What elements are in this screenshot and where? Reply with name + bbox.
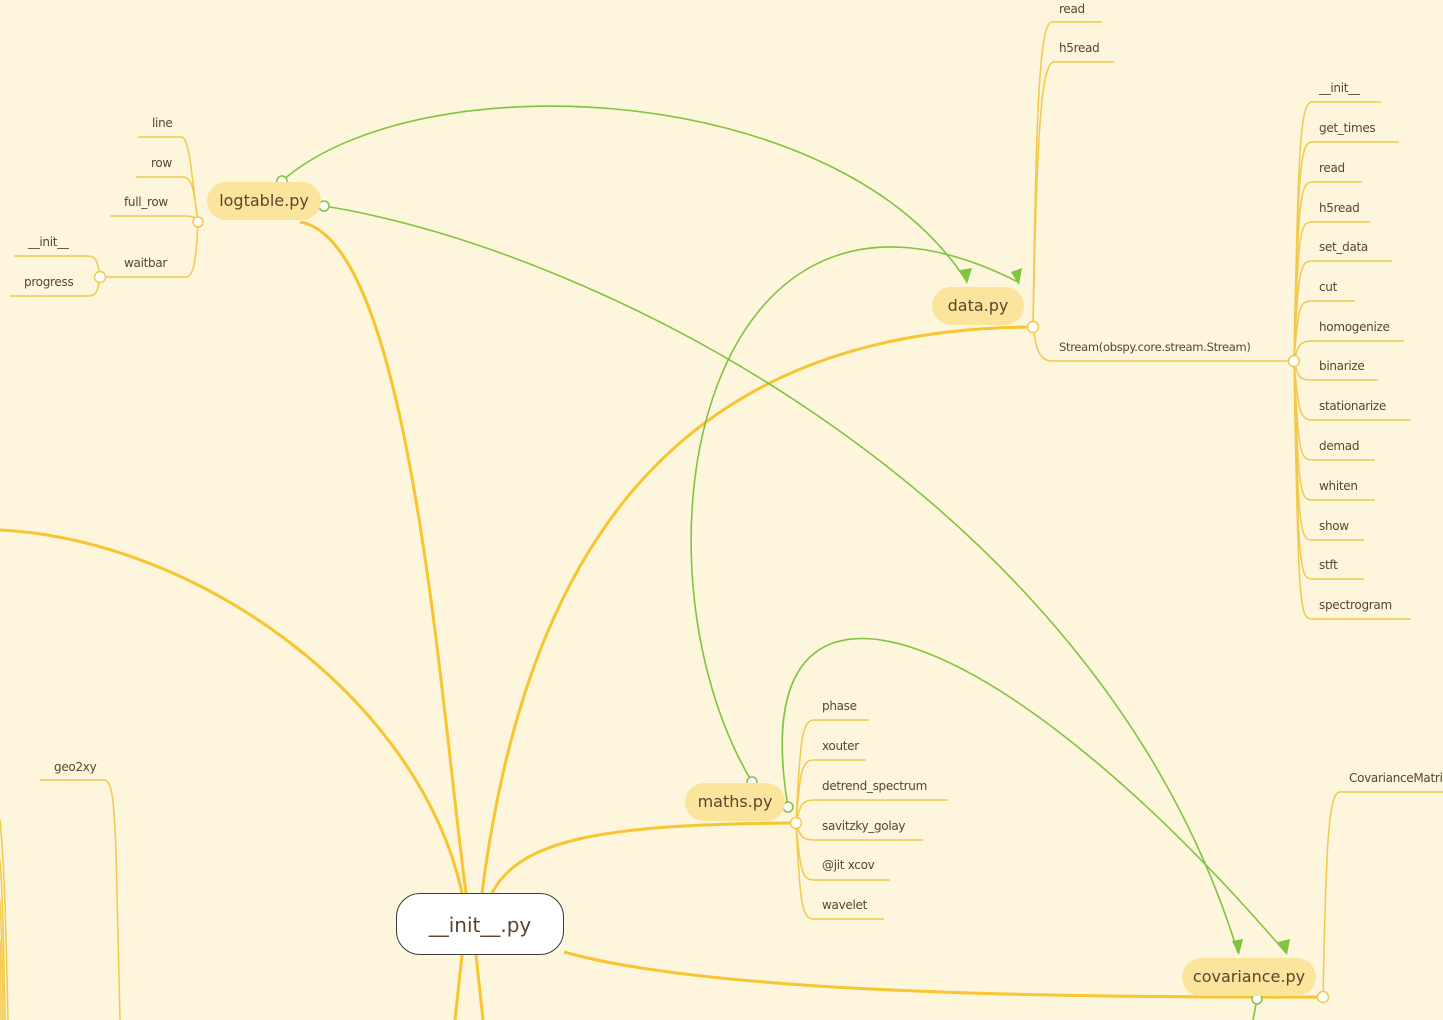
arrowhead-data-1	[960, 268, 972, 284]
leaf-waitbar-init[interactable]: __init__	[28, 235, 69, 249]
connector-waitbar[interactable]	[93, 270, 107, 284]
topic-data[interactable]: data.py	[932, 287, 1024, 325]
connector-maths[interactable]	[789, 816, 803, 830]
leaf-stream-method[interactable]: cut	[1319, 280, 1337, 294]
relation-logtable-data-1	[281, 105, 968, 283]
root-topic[interactable]: __init__.py	[396, 893, 564, 955]
leaf-line-full-row	[110, 215, 199, 223]
leaf-line-left-d	[0, 939, 2, 1020]
leaf-data-h5read[interactable]: h5read	[1059, 41, 1100, 55]
leaf-maths-fn[interactable]: xouter	[822, 739, 859, 753]
leaf-line-wb-init	[14, 255, 101, 278]
leaf-line[interactable]: line	[152, 116, 173, 130]
leaf-maths-fn[interactable]: @jit xcov	[822, 858, 875, 872]
topic-covariance[interactable]: covariance.py	[1182, 958, 1316, 996]
leaf-stream-method[interactable]: read	[1319, 161, 1345, 175]
leaf-stream-method[interactable]: stationarize	[1319, 399, 1386, 413]
leaf-maths-fn[interactable]: phase	[822, 699, 857, 713]
leaf-line-m-0	[795, 719, 869, 824]
leaf-line-data-read	[1032, 21, 1102, 328]
leaf-line-geo2xy	[40, 779, 121, 1020]
leaf-covariance-matrix[interactable]: CovarianceMatrix	[1349, 771, 1443, 785]
leaf-line-sm-6	[1293, 340, 1404, 362]
relation-arrowheads	[960, 268, 1290, 955]
leaf-maths-fn[interactable]: savitzky_golay	[822, 819, 906, 833]
leaf-stream-method[interactable]: __init__	[1319, 81, 1360, 95]
leaf-stream-method[interactable]: demad	[1319, 439, 1359, 453]
leaf-data-read[interactable]: read	[1059, 2, 1085, 16]
topic-logtable[interactable]: logtable.py	[207, 182, 321, 220]
connector-stream[interactable]	[1287, 354, 1301, 368]
leaf-data-stream[interactable]: Stream(obspy.core.stream.Stream)	[1059, 340, 1251, 354]
relation-logtable-covariance	[323, 205, 1239, 954]
leaf-line-sm-4	[1293, 260, 1392, 362]
branch-root-left	[0, 528, 464, 894]
connector-data[interactable]	[1026, 320, 1040, 334]
leaf-stream-method[interactable]: set_data	[1319, 240, 1368, 254]
leaf-geo2xy[interactable]: geo2xy	[54, 760, 97, 774]
leaf-full-row[interactable]: full_row	[124, 195, 168, 209]
branch-root-down1	[453, 954, 464, 1020]
mind-map-canvas	[0, 21, 1443, 1020]
leaf-stream-method[interactable]: binarize	[1319, 359, 1365, 373]
leaf-row[interactable]: row	[151, 156, 172, 170]
leaf-lines	[0, 21, 1443, 1020]
leaf-stream-method[interactable]: show	[1319, 519, 1349, 533]
branch-root-maths	[490, 821, 797, 894]
relationship-lines	[281, 105, 1287, 1020]
branch-root-logtable	[299, 220, 468, 894]
leaf-waitbar-progress[interactable]: progress	[24, 275, 74, 289]
leaf-line-cov-0	[1322, 791, 1443, 998]
branch-root-down2	[474, 954, 485, 1020]
arrowhead-data-2	[1011, 268, 1022, 285]
leaf-stream-method[interactable]: get_times	[1319, 121, 1376, 135]
leaf-maths-fn[interactable]: wavelet	[822, 898, 867, 912]
leaf-stream-method[interactable]: h5read	[1319, 201, 1360, 215]
leaf-stream-method[interactable]: spectrogram	[1319, 598, 1392, 612]
connector-covariance[interactable]	[1316, 990, 1330, 1004]
leaf-stream-method[interactable]: homogenize	[1319, 320, 1390, 334]
leaf-stream-method[interactable]: whiten	[1319, 479, 1358, 493]
topic-maths[interactable]: maths.py	[685, 783, 785, 821]
leaf-maths-fn[interactable]: detrend_spectrum	[822, 779, 927, 793]
leaf-waitbar[interactable]: waitbar	[124, 256, 167, 270]
leaf-line-sm-12	[1293, 360, 1364, 580]
leaf-line-data-h5read	[1032, 61, 1114, 328]
leaf-stream-method[interactable]: stft	[1319, 558, 1338, 572]
connector-logtable[interactable]	[192, 216, 204, 228]
connector-dots	[93, 175, 1330, 1005]
